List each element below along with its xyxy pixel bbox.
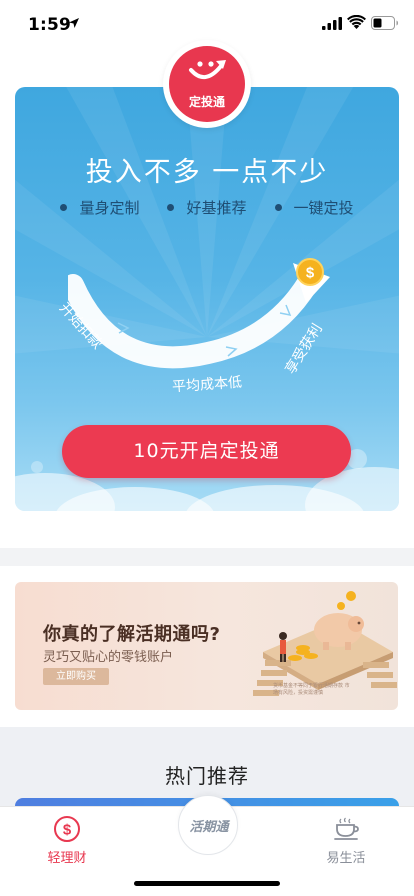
hero-title: 投入不多 一点不少 bbox=[85, 157, 329, 188]
dollar-coin-icon: $ bbox=[296, 258, 324, 286]
feature-item: 好基推荐 bbox=[167, 197, 247, 218]
location-arrow-icon bbox=[69, 18, 79, 28]
smile-arrow-icon bbox=[189, 60, 226, 79]
tab-huoqitong[interactable]: 活期通 bbox=[178, 795, 238, 855]
risk-disclaimer: 货币基金不等同于银行活期存款 市场有风险，投资需谨慎 bbox=[273, 683, 350, 696]
bullet-dot-icon bbox=[60, 204, 68, 211]
tab-center-label: 活期通 bbox=[189, 820, 229, 835]
hot-recommend-title: 热门推荐 bbox=[165, 764, 249, 788]
logo-text: 定投通 bbox=[188, 95, 225, 109]
home-indicator[interactable] bbox=[134, 881, 280, 886]
status-time: 1:59 bbox=[28, 15, 72, 35]
feature-label: 量身定制 bbox=[79, 199, 140, 217]
feature-label: 一键定投 bbox=[293, 199, 354, 217]
tab-qinglicai[interactable]: $ 轻理财 bbox=[27, 815, 107, 866]
banner-subtitle: 灵巧又贴心的零钱账户 bbox=[43, 650, 174, 665]
bullet-dot-icon bbox=[167, 204, 175, 211]
tab-yishenghuo[interactable]: 易生活 bbox=[306, 815, 386, 866]
svg-text:$: $ bbox=[63, 822, 72, 839]
tab-label: 易生活 bbox=[326, 851, 366, 866]
start-dingtou-button[interactable]: 10元开启定投通 bbox=[62, 425, 351, 478]
feature-label: 好基推荐 bbox=[186, 199, 247, 217]
feature-item: 一键定投 bbox=[274, 197, 354, 218]
hero-features: 量身定制 好基推荐 一键定投 bbox=[0, 197, 414, 218]
bullet-dot-icon bbox=[274, 204, 282, 211]
coffee-cup-icon bbox=[334, 817, 359, 840]
dollar-circle-icon: $ bbox=[54, 816, 80, 842]
tab-label: 轻理财 bbox=[47, 851, 87, 866]
wifi-icon bbox=[347, 15, 366, 29]
dingtou-logo: 定投通 bbox=[163, 40, 251, 128]
section-divider bbox=[0, 548, 414, 566]
logo-circle: 定投通 bbox=[169, 46, 245, 122]
feature-item: 量身定制 bbox=[60, 197, 139, 218]
buy-now-button[interactable]: 立即购买 bbox=[43, 668, 109, 685]
huoqitong-banner[interactable]: 你真的了解活期通吗? 灵巧又贴心的零钱账户 立即购买 货币基金不等同于银行活期存… bbox=[15, 582, 398, 710]
cellular-signal-icon bbox=[322, 17, 342, 30]
battery-icon bbox=[371, 16, 398, 30]
banner-title: 你真的了解活期通吗? bbox=[43, 624, 221, 645]
svg-text:$: $ bbox=[306, 265, 315, 282]
